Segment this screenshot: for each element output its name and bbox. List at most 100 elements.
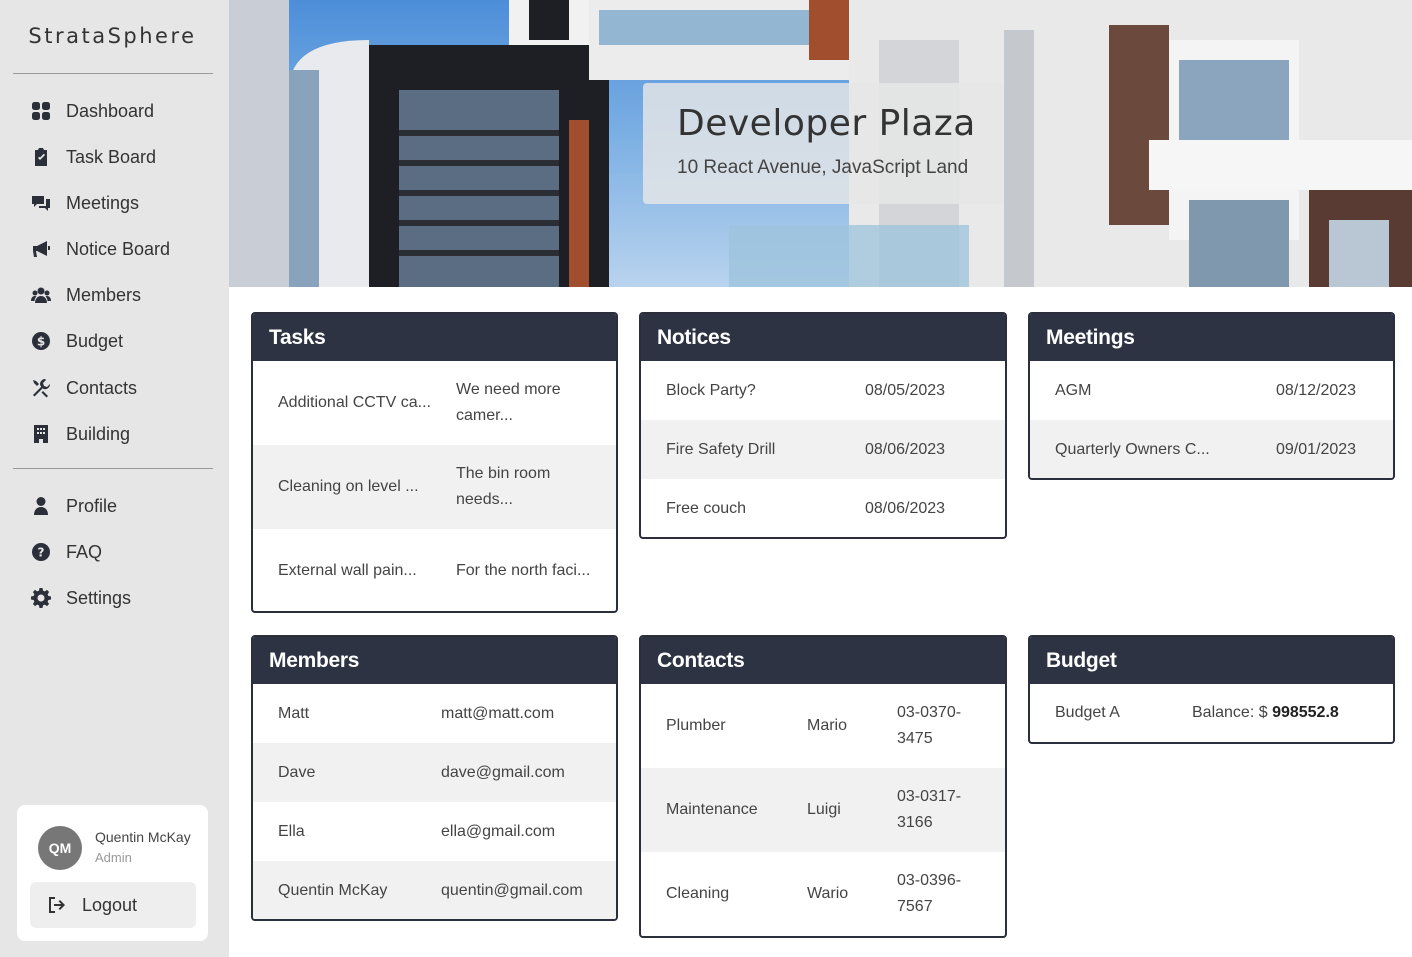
meeting-name: Quarterly Owners C... bbox=[1055, 440, 1210, 458]
member-name: Quentin McKay bbox=[278, 881, 388, 899]
table-row[interactable]: Quarterly Owners C... 09/01/2023 bbox=[1030, 420, 1393, 478]
contact-phone: 03-0317-3166 bbox=[897, 788, 962, 831]
sidebar-item-building[interactable]: Building bbox=[30, 419, 130, 449]
contact-role: Plumber bbox=[666, 717, 726, 734]
table-row[interactable]: Dave dave@gmail.com bbox=[253, 743, 616, 802]
logout-button[interactable]: Logout bbox=[30, 882, 196, 928]
table-row[interactable]: Ella ella@gmail.com bbox=[253, 802, 616, 861]
sidebar-item-label: Dashboard bbox=[66, 100, 155, 121]
dollar-circle-icon: $ bbox=[30, 330, 52, 352]
notice-name: Block Party? bbox=[666, 381, 756, 399]
gear-icon bbox=[30, 587, 52, 609]
budget-name: Budget A bbox=[1055, 704, 1120, 721]
tasks-card-title[interactable]: Tasks bbox=[253, 314, 616, 361]
sidebar-item-label: Meetings bbox=[66, 192, 140, 213]
contact-role: Maintenance bbox=[666, 801, 758, 818]
member-name: Ella bbox=[278, 822, 305, 840]
meeting-date: 09/01/2023 bbox=[1276, 440, 1357, 458]
table-row[interactable]: Quentin McKay quentin@gmail.com bbox=[253, 861, 616, 919]
table-row[interactable]: External wall pain... For the north faci… bbox=[253, 529, 616, 611]
sidebar-item-faq[interactable]: ? FAQ bbox=[30, 537, 102, 567]
table-row[interactable]: Additional CCTV ca... We need more camer… bbox=[253, 361, 616, 445]
table-row[interactable]: Block Party? 08/05/2023 bbox=[641, 361, 1005, 420]
table-row[interactable]: Cleaning Wario 03-0396-7567 bbox=[641, 852, 1005, 936]
sidebar-item-task-board[interactable]: Task Board bbox=[30, 142, 156, 172]
sidebar-item-label: Task Board bbox=[66, 146, 157, 167]
members-card-title[interactable]: Members bbox=[253, 637, 616, 684]
notices-card: Notices Block Party? 08/05/2023 Fire Saf… bbox=[639, 312, 1007, 539]
brand-logo[interactable]: StrataSphere bbox=[0, 24, 225, 48]
sidebar-item-contacts[interactable]: Contacts bbox=[30, 373, 137, 403]
sidebar: StrataSphere Dashboard Task Board Meetin… bbox=[0, 0, 229, 957]
clipboard-check-icon bbox=[30, 146, 52, 168]
contacts-card: Contacts Plumber Mario 03-0370-3475 Main… bbox=[639, 635, 1007, 938]
sidebar-item-label: Contacts bbox=[66, 377, 138, 398]
sidebar-item-label: Notice Board bbox=[66, 238, 171, 259]
contact-phone: 03-0396-7567 bbox=[897, 872, 962, 915]
building-hero-banner: Developer Plaza 10 React Avenue, JavaScr… bbox=[229, 0, 1412, 287]
table-row[interactable]: AGM 08/12/2023 bbox=[1030, 361, 1393, 420]
meetings-card-title[interactable]: Meetings bbox=[1030, 314, 1393, 361]
building-icon bbox=[30, 423, 52, 445]
sidebar-item-profile[interactable]: Profile bbox=[30, 491, 117, 521]
sidebar-item-label: FAQ bbox=[66, 541, 103, 562]
notice-date: 08/06/2023 bbox=[865, 440, 946, 458]
table-row[interactable]: Cleaning on level ... The bin room needs… bbox=[253, 445, 616, 529]
budget-balance: Balance: $ 998552.8 bbox=[1192, 700, 1339, 726]
sidebar-divider bbox=[13, 468, 213, 469]
budget-card: Budget Budget A Balance: $ 998552.8 bbox=[1028, 635, 1395, 744]
member-name: Dave bbox=[278, 763, 316, 781]
sidebar-item-notice-board[interactable]: Notice Board bbox=[30, 234, 170, 264]
task-name: External wall pain... bbox=[278, 562, 417, 579]
contact-role: Cleaning bbox=[666, 885, 730, 902]
table-row[interactable]: Budget A Balance: $ 998552.8 bbox=[1030, 684, 1393, 742]
building-address: 10 React Avenue, JavaScript Land bbox=[677, 157, 969, 178]
notice-date: 08/05/2023 bbox=[865, 381, 946, 399]
comments-icon bbox=[30, 192, 52, 214]
members-card: Members Matt matt@matt.com Dave dave@gma… bbox=[251, 635, 618, 921]
tools-icon bbox=[30, 377, 52, 399]
bullhorn-icon bbox=[30, 238, 52, 260]
member-email: matt@matt.com bbox=[441, 704, 555, 722]
meetings-card: Meetings AGM 08/12/2023 Quarterly Owners… bbox=[1028, 312, 1395, 480]
user-name: Quentin McKay bbox=[95, 829, 191, 845]
notice-name: Free couch bbox=[666, 499, 747, 517]
table-row[interactable]: Free couch 08/06/2023 bbox=[641, 479, 1005, 537]
member-email: dave@gmail.com bbox=[441, 763, 565, 781]
users-icon bbox=[30, 284, 52, 306]
sidebar-item-label: Members bbox=[66, 284, 142, 305]
dashboard-icon bbox=[30, 100, 52, 122]
sidebar-item-meetings[interactable]: Meetings bbox=[30, 188, 139, 218]
user-card: QM Quentin McKay Admin Logout bbox=[17, 805, 208, 941]
sidebar-item-dashboard[interactable]: Dashboard bbox=[30, 96, 154, 126]
contact-name: Wario bbox=[807, 885, 849, 902]
task-description: We need more camer... bbox=[456, 381, 561, 424]
task-name: Additional CCTV ca... bbox=[278, 394, 431, 411]
user-icon bbox=[30, 495, 52, 517]
sidebar-item-label: Building bbox=[66, 423, 131, 444]
sidebar-divider bbox=[13, 73, 213, 74]
member-email: ella@gmail.com bbox=[441, 822, 556, 840]
budget-card-title[interactable]: Budget bbox=[1030, 637, 1393, 684]
task-name: Cleaning on level ... bbox=[278, 478, 419, 495]
task-description: The bin room needs... bbox=[456, 465, 551, 508]
contact-name: Mario bbox=[807, 717, 848, 734]
table-row[interactable]: Maintenance Luigi 03-0317-3166 bbox=[641, 768, 1005, 852]
sidebar-item-budget[interactable]: $ Budget bbox=[30, 326, 123, 356]
svg-text:?: ? bbox=[38, 546, 45, 560]
sidebar-item-members[interactable]: Members bbox=[30, 280, 141, 310]
notice-name: Fire Safety Drill bbox=[666, 440, 776, 458]
notices-card-title[interactable]: Notices bbox=[641, 314, 1005, 361]
member-email: quentin@gmail.com bbox=[441, 881, 583, 899]
meeting-date: 08/12/2023 bbox=[1276, 381, 1357, 399]
sidebar-item-settings[interactable]: Settings bbox=[30, 583, 131, 613]
table-row[interactable]: Plumber Mario 03-0370-3475 bbox=[641, 684, 1005, 768]
table-row[interactable]: Matt matt@matt.com bbox=[253, 684, 616, 743]
question-circle-icon: ? bbox=[30, 541, 52, 563]
user-role: Admin bbox=[95, 850, 132, 865]
table-row[interactable]: Fire Safety Drill 08/06/2023 bbox=[641, 420, 1005, 479]
building-name: Developer Plaza bbox=[677, 103, 976, 144]
budget-balance-value: 998552.8 bbox=[1272, 704, 1339, 721]
sidebar-item-label: Budget bbox=[66, 330, 124, 351]
contacts-card-title[interactable]: Contacts bbox=[641, 637, 1005, 684]
